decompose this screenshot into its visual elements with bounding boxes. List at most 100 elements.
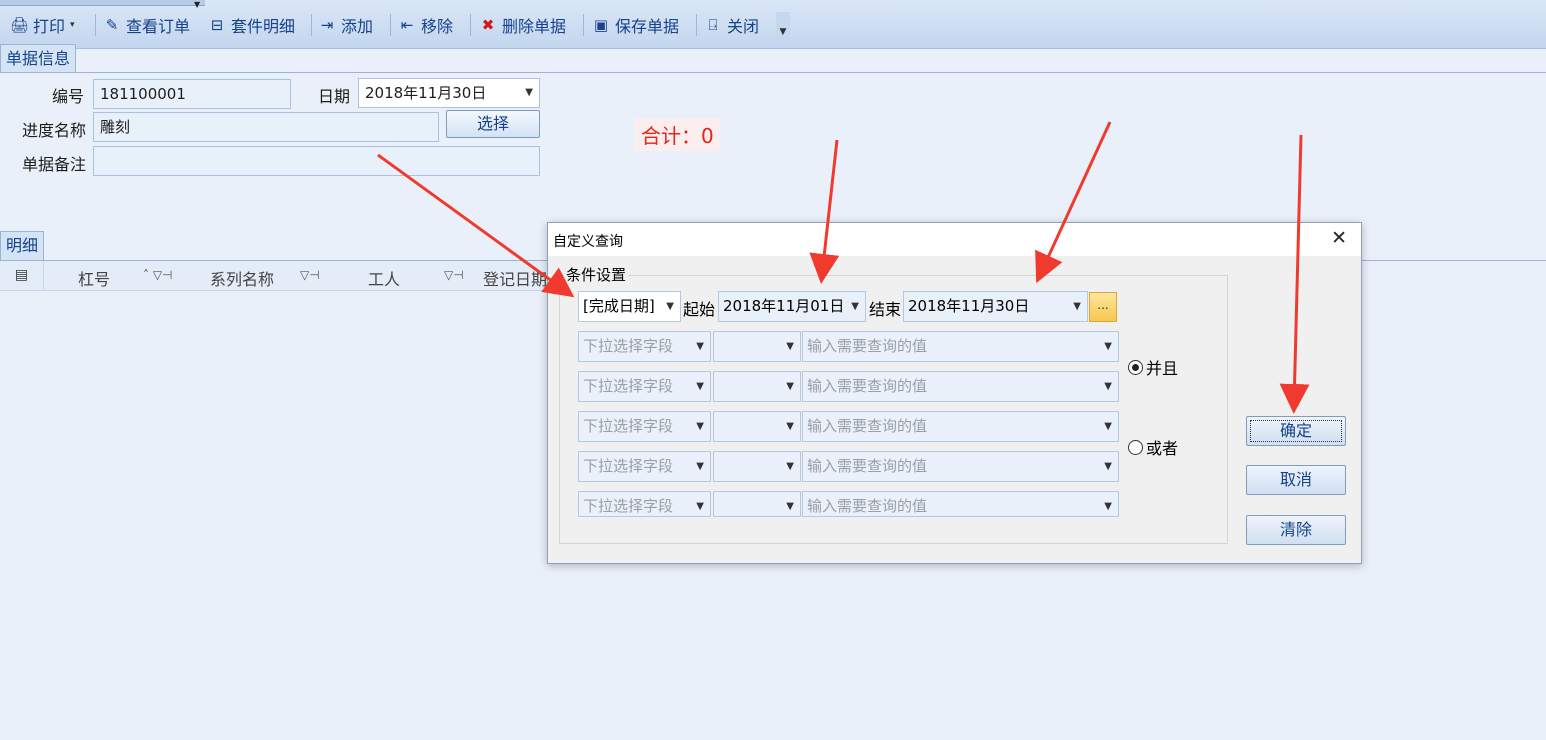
field-select[interactable]: 下拉选择字段 ▼ [578,491,711,517]
value-input[interactable]: 输入需要查询的值 ▼ [802,331,1119,362]
column-header-worker[interactable]: 工人 [368,266,400,290]
field-select[interactable]: 下拉选择字段 ▼ [578,371,711,402]
logic-and-radio[interactable]: 并且 [1128,355,1178,379]
chevron-down-icon[interactable]: ▼ [786,412,794,441]
chevron-down-icon[interactable]: ▼ [696,412,704,441]
chevron-down-icon[interactable]: ▼ [1104,372,1112,401]
sort-filter-icon[interactable]: ˄ ▽⊣ [143,268,173,282]
value-input-placeholder: 输入需要查询的值 [807,417,928,435]
chevron-down-icon[interactable]: ▼ [786,492,794,516]
column-header-bar-number[interactable]: 杠号 [78,266,110,290]
value-input[interactable]: 输入需要查询的值 ▼ [802,451,1119,482]
chevron-down-icon[interactable]: ▼ [696,372,704,401]
filter-icon[interactable]: ▽⊣ [300,268,320,282]
progress-name-field[interactable]: 雕刻 [93,112,439,142]
chevron-down-icon[interactable]: ▼ [786,332,794,361]
number-field[interactable]: 181100001 [93,79,291,109]
chevron-down-icon[interactable]: ▼ [194,0,200,9]
operator-select[interactable]: ▼ [713,371,801,402]
close-door-icon: ⍈ [708,16,718,34]
chevron-down-icon[interactable]: ▼ [1073,292,1081,321]
number-label: 编号 [51,87,84,106]
chevron-down-icon[interactable]: ▼ [696,452,704,481]
filter-icon[interactable]: ▽⊣ [444,268,464,282]
toolbar-separator [583,14,584,36]
value-input[interactable]: 输入需要查询的值 ▼ [802,411,1119,442]
toolbar-separator [696,14,697,36]
operator-select[interactable]: ▼ [713,331,801,362]
field-select-placeholder: 下拉选择字段 [583,457,674,475]
chevron-down-icon[interactable]: ▼ [696,332,704,361]
field-select-placeholder: 下拉选择字段 [583,417,674,435]
chevron-down-icon[interactable]: ▾ [70,20,75,30]
start-date-picker[interactable]: 2018年11月01日 ▼ [718,291,866,322]
chevron-down-icon[interactable]: ▼ [786,452,794,481]
operator-select[interactable]: ▼ [713,451,801,482]
value-input[interactable]: 输入需要查询的值 ▼ [802,491,1119,517]
remove-icon: ⇤ [400,16,414,34]
print-button[interactable]: 🖨 打印 ▾ [10,12,75,38]
column-header-register-date[interactable]: 登记日期 [483,266,547,290]
close-label: 关闭 [727,17,760,36]
kit-detail-label: 套件明细 [231,17,296,36]
date-value: 2018年11月30日 [365,84,487,102]
add-label: 添加 [341,17,374,36]
save-document-label: 保存单据 [615,17,680,36]
chevron-down-icon[interactable]: ▼ [786,372,794,401]
radio-checked-icon [1128,359,1143,375]
remark-field[interactable] [93,146,540,176]
field-select-placeholder: 下拉选择字段 [583,337,674,355]
ok-button[interactable]: 确定 [1246,416,1346,446]
toolbar-separator [95,14,96,36]
logic-and-label: 并且 [1146,359,1179,378]
start-date-value: 2018年11月01日 [723,297,845,315]
add-button[interactable]: ⇥ 添加 [318,12,373,38]
end-date-value: 2018年11月30日 [908,297,1030,315]
logic-or-radio[interactable]: 或者 [1128,435,1178,459]
chevron-down-icon[interactable]: ▼ [1104,452,1112,481]
toolbar-overflow-button[interactable]: ▼ [776,12,790,40]
ellipsis-button[interactable]: ... [1089,292,1117,322]
date-field-select[interactable]: [完成日期] ▼ [578,291,681,322]
tab-document-info[interactable]: 单据信息 [0,44,77,73]
select-button[interactable]: 选择 [446,110,540,138]
field-select[interactable]: 下拉选择字段 ▼ [578,451,711,482]
chevron-down-icon[interactable]: ▼ [696,492,704,516]
remove-button[interactable]: ⇤ 移除 [398,12,453,38]
clear-button[interactable]: 清除 [1246,515,1346,545]
chevron-down-icon[interactable]: ▼ [1104,492,1112,516]
add-icon: ⇥ [320,16,334,34]
value-input-placeholder: 输入需要查询的值 [807,457,928,475]
close-button[interactable]: ⍈ 关闭 [704,12,759,38]
operator-select[interactable]: ▼ [713,491,801,517]
delete-document-button[interactable]: ✖ 删除单据 [479,12,566,38]
remark-label: 单据备注 [21,155,86,174]
close-icon[interactable]: ✕ [1331,228,1347,248]
toolbar-separator [470,14,471,36]
field-select[interactable]: 下拉选择字段 ▼ [578,331,711,362]
cancel-button[interactable]: 取消 [1246,465,1346,495]
total-label: 合计：0 [635,118,720,151]
kit-detail-button[interactable]: ⊟ 套件明细 [208,12,295,38]
custom-query-dialog: 自定义查询 ✕ 条件设置 [完成日期] ▼ 起始 2018年11月01日 ▼ 结… [547,222,1362,564]
date-label: 日期 [317,87,350,106]
field-select[interactable]: 下拉选择字段 ▼ [578,411,711,442]
column-chooser-icon[interactable]: ▤ [0,261,44,290]
column-header-series-name[interactable]: 系列名称 [210,266,274,290]
tab-detail[interactable]: 明细 [0,231,45,260]
field-select-placeholder: 下拉选择字段 [583,377,674,395]
chevron-down-icon[interactable]: ▼ [1104,332,1112,361]
date-picker[interactable]: 2018年11月30日 ▼ [358,78,540,108]
chevron-down-icon[interactable]: ▼ [851,292,859,321]
chevron-down-icon[interactable]: ▼ [1104,412,1112,441]
chevron-down-icon[interactable]: ▼ [666,292,674,321]
save-document-button[interactable]: ▣ 保存单据 [592,12,679,38]
operator-select[interactable]: ▼ [713,411,801,442]
chevron-down-icon[interactable]: ▼ [525,79,533,107]
view-order-label: 查看订单 [126,17,191,36]
end-date-picker[interactable]: 2018年11月30日 ▼ [903,291,1088,322]
toolbar-separator [311,14,312,36]
view-order-button[interactable]: ✎ 查看订单 [103,12,190,38]
remove-label: 移除 [421,17,454,36]
value-input[interactable]: 输入需要查询的值 ▼ [802,371,1119,402]
